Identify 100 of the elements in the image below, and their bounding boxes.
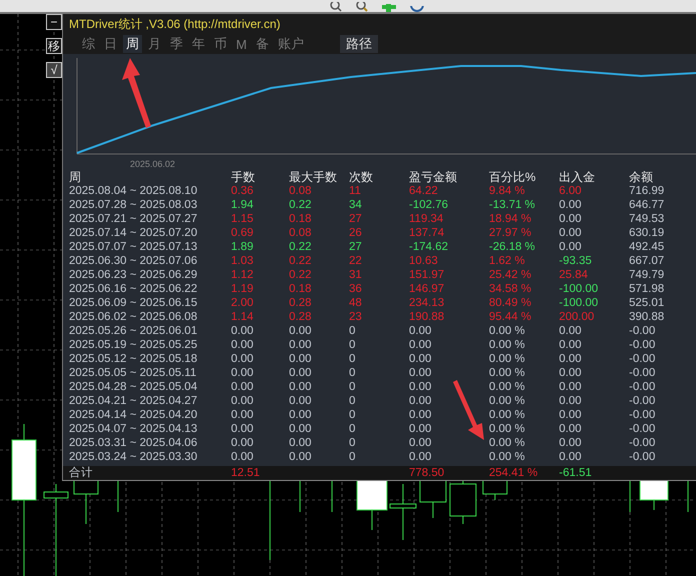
table-cell-text: 0.28 <box>289 296 312 310</box>
table-cell-text: 190.88 <box>409 310 446 324</box>
table-cell-text: 630.19 <box>629 226 666 240</box>
table-cell-text: 0.00 <box>231 380 254 394</box>
table-cell-text: -0.00 <box>629 450 656 464</box>
table-cell-text: 0.00 <box>289 366 312 380</box>
table-cell-text: 0.00 <box>559 436 582 450</box>
candlestick <box>482 480 508 500</box>
table-cell-text: 0.08 <box>289 184 312 198</box>
period-tab[interactable]: 月 <box>145 35 164 53</box>
table-cell-text: 1.19 <box>231 282 254 296</box>
table-cell-text: 234.13 <box>409 296 446 310</box>
table-cell-text: 0.22 <box>289 198 312 212</box>
table-cell-text: 0.00 <box>409 352 432 366</box>
period-tab[interactable]: 币 <box>211 35 230 53</box>
table-cell-text: 48 <box>349 296 363 310</box>
magnifier-icon[interactable] <box>356 2 368 12</box>
annotation-arrow <box>122 58 154 128</box>
table-cell-text: -0.00 <box>629 352 656 366</box>
table-cell-text: 0.00 <box>231 366 254 380</box>
table-cell-text: 23 <box>349 310 363 324</box>
table-cell-text: 2025.06.02 ~ 2025.06.08 <box>69 310 198 324</box>
table-cell-text: 0 <box>349 394 356 408</box>
table-cell-text: 151.97 <box>409 268 446 282</box>
table-cell-text: 0.00 <box>409 338 432 352</box>
table-cell-text: 1.62 % <box>489 254 526 268</box>
table-cell-text: 2025.07.21 ~ 2025.07.27 <box>69 212 198 226</box>
table-cell-text: 646.77 <box>629 198 666 212</box>
panel-control-button[interactable]: √ <box>46 62 62 78</box>
table-cell-text: 0.00 % <box>489 422 526 436</box>
column-header: 出入金 <box>559 170 596 184</box>
table-cell-text: 31 <box>349 268 363 282</box>
table-cell-text: -0.00 <box>629 380 656 394</box>
table-cell-text: 2025.03.24 ~ 2025.03.30 <box>69 450 198 464</box>
table-cell-text: 2025.07.14 ~ 2025.07.20 <box>69 226 198 240</box>
period-tab[interactable]: M <box>233 35 250 53</box>
table-cell-text: 0.22 <box>289 254 312 268</box>
table-cell-text: 0.69 <box>231 226 254 240</box>
table-cell-text: 25.84 <box>559 268 589 282</box>
table-cell-text: 2025.04.21 ~ 2025.04.27 <box>69 394 198 408</box>
table-cell-text: -174.62 <box>409 240 450 254</box>
table-cell-text: 0.00 <box>559 450 582 464</box>
table-cell-text: 716.99 <box>629 184 666 198</box>
table-cell-text: -100.00 <box>559 282 600 296</box>
table-cell-text: 749.79 <box>629 268 666 282</box>
period-tab[interactable]: 周 <box>123 35 142 53</box>
table-cell-text: -0.00 <box>629 422 656 436</box>
magnifier-icon[interactable] <box>330 2 342 12</box>
table-cell-text: 2025.05.19 ~ 2025.05.25 <box>69 338 198 352</box>
table-cell-text: 0.00 <box>409 450 432 464</box>
period-tab[interactable]: 年 <box>189 35 208 53</box>
table-cell-text: -13.71 % <box>489 198 536 212</box>
table-cell-text: 0.00 % <box>489 450 526 464</box>
table-cell-text: -0.00 <box>629 338 656 352</box>
table-cell-text: 146.97 <box>409 282 446 296</box>
table-cell-text: 0 <box>349 352 356 366</box>
panel-control-button[interactable]: 移 <box>46 38 62 54</box>
table-cell-text: 390.88 <box>629 310 666 324</box>
period-tab[interactable]: 日 <box>101 35 120 53</box>
period-tab[interactable]: 季 <box>167 35 186 53</box>
table-cell-text: 0 <box>349 380 356 394</box>
table-cell-text: 2025.05.26 ~ 2025.06.01 <box>69 324 198 338</box>
table-cell-text: 2025.05.05 ~ 2025.05.11 <box>69 366 198 380</box>
table-cell-text: 0.00 <box>231 352 254 366</box>
table-cell-text: 11 <box>349 184 362 198</box>
table-cell-text: 0.00 <box>231 408 254 422</box>
table-cell-text: 27 <box>349 240 363 254</box>
table-cell-text: 0.00 <box>289 324 312 338</box>
table-cell-text: 571.98 <box>629 282 666 296</box>
table-cell-text: 2025.04.14 ~ 2025.04.20 <box>69 408 198 422</box>
table-cell-text: 2025.04.28 ~ 2025.05.04 <box>69 380 198 394</box>
candlestick <box>420 480 446 518</box>
table-cell-text: 0.00 <box>289 450 312 464</box>
table-cell-text: -0.00 <box>629 408 656 422</box>
table-cell-text: 36 <box>349 282 363 296</box>
table-cell-text: 0.00 <box>409 366 432 380</box>
table-cell-text: 0.00 <box>231 324 254 338</box>
table-cell-text: 0.00 <box>559 380 582 394</box>
table-cell-text: 0 <box>349 422 356 436</box>
table-cell-text: 合计 <box>69 466 94 480</box>
path-button[interactable]: 路径 <box>340 35 378 53</box>
table-cell-text: 200.00 <box>559 310 596 324</box>
table-cell-text: 12.51 <box>231 466 261 480</box>
table-cell-text: -0.00 <box>629 324 656 338</box>
table-cell-text: 27 <box>349 212 363 226</box>
table-cell-text: 0 <box>349 450 356 464</box>
period-tab[interactable]: 账户 <box>274 35 307 53</box>
column-header: 周 <box>69 170 82 184</box>
table-cell-text: 0.00 <box>559 226 582 240</box>
period-tab[interactable]: 备 <box>252 35 272 53</box>
table-cell-text: 0.08 <box>289 226 312 240</box>
table-cell-text: -0.00 <box>629 366 656 380</box>
table-cell-text: 0.00 % <box>489 352 526 366</box>
table-cell-text: 0.00 <box>289 352 312 366</box>
panel-control-button[interactable]: − <box>46 14 62 30</box>
table-cell-text: 0.00 % <box>489 366 526 380</box>
table-cell-text: 26 <box>349 226 363 240</box>
table-cell-text: 27.97 % <box>489 226 532 240</box>
period-tab[interactable]: 综 <box>79 35 98 53</box>
table-cell-text: 2025.06.16 ~ 2025.06.22 <box>69 282 198 296</box>
